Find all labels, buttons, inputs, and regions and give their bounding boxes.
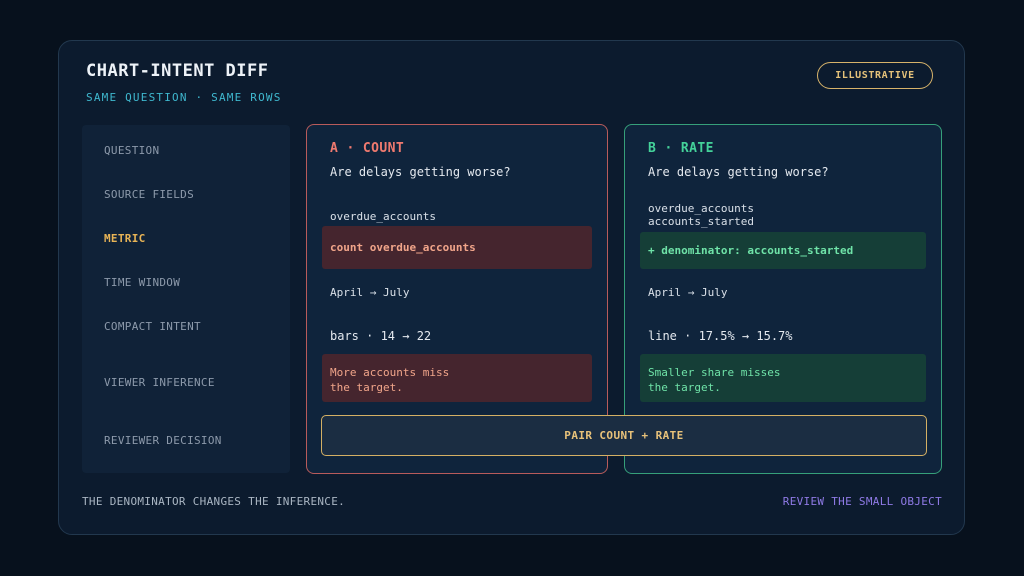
row-label-viewer-inference: VIEWER INFERENCE <box>104 376 215 389</box>
panel-b-intent: line · 17.5% → 15.7% <box>648 329 793 343</box>
row-label-column <box>82 125 290 473</box>
row-label-time-window: TIME WINDOW <box>104 276 181 289</box>
row-label-question: QUESTION <box>104 144 160 157</box>
panel-a-inference: More accounts miss the target. <box>322 354 592 402</box>
footer-cta: REVIEW THE SMALL OBJECT <box>782 495 942 508</box>
panel-b-inference: Smaller share misses the target. <box>640 354 926 402</box>
panel-b-metric: + denominator: accounts_started <box>640 232 926 269</box>
panel-b-fields: overdue_accounts accounts_started <box>648 202 754 228</box>
panel-a-heading: A · COUNT <box>330 141 405 156</box>
illustrative-badge: ILLUSTRATIVE <box>817 62 933 89</box>
row-label-reviewer-decision: REVIEWER DECISION <box>104 434 222 447</box>
panel-b-question: Are delays getting worse? <box>648 165 829 179</box>
panel-b-window: April → July <box>648 286 728 299</box>
footer-note: THE DENOMINATOR CHANGES THE INFERENCE. <box>82 495 346 508</box>
panel-a-window: April → July <box>330 286 410 299</box>
row-label-source-fields: SOURCE FIELDS <box>104 188 194 201</box>
row-label-metric: METRIC <box>104 232 146 245</box>
page-title: CHART-INTENT DIFF <box>86 61 269 81</box>
page-subtitle: SAME QUESTION · SAME ROWS <box>86 91 282 104</box>
panel-a-fields: overdue_accounts <box>330 210 436 223</box>
panel-a-question: Are delays getting worse? <box>330 165 511 179</box>
panel-a-metric: count overdue_accounts <box>322 226 592 269</box>
panel-b-heading: B · RATE <box>648 141 714 156</box>
panel-a-intent: bars · 14 → 22 <box>330 329 432 343</box>
row-label-compact-intent: COMPACT INTENT <box>104 320 201 333</box>
reviewer-decision-box: PAIR COUNT + RATE <box>321 415 927 456</box>
